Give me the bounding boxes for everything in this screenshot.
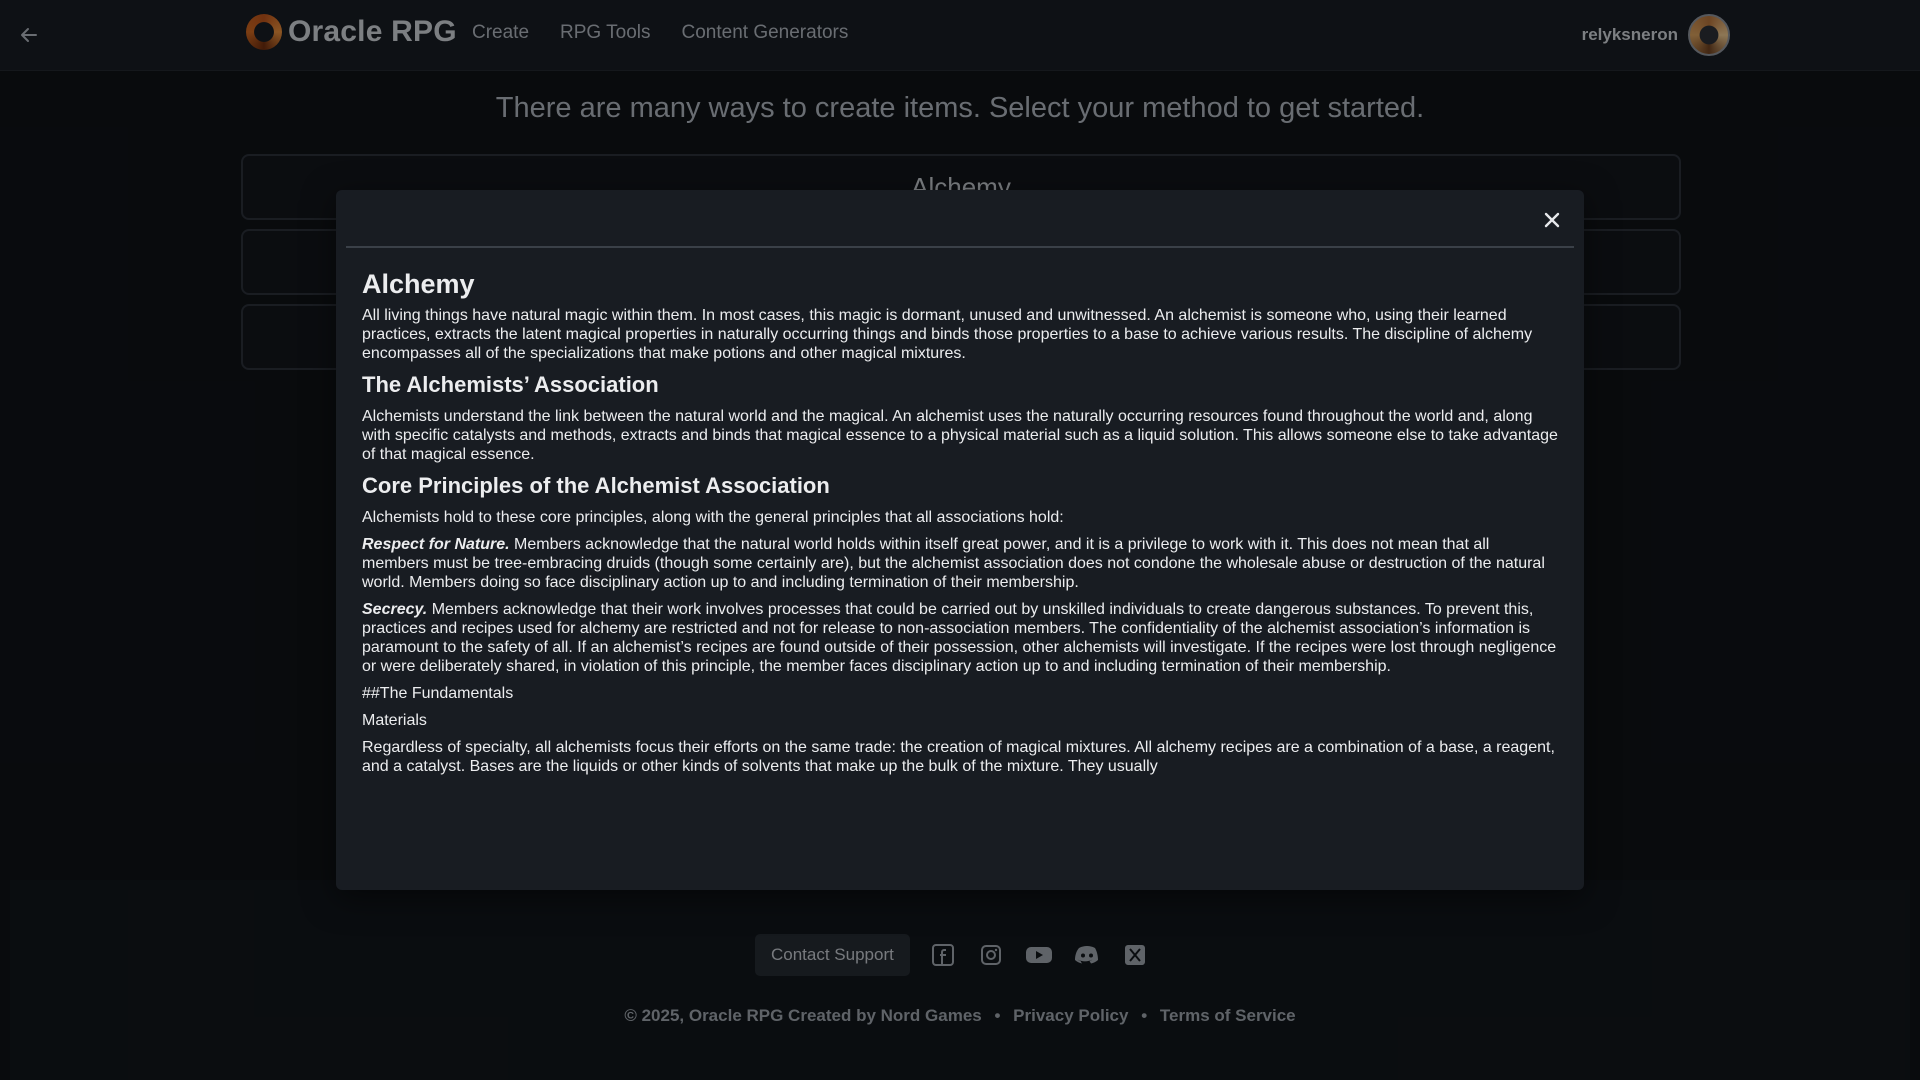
fundamentals-line: ##The Fundamentals: [362, 685, 514, 702]
secrecy-paragraph: Secrecy. Members acknowledge that their …: [362, 600, 1558, 676]
secrecy-text: Members acknowledge that their work invo…: [362, 601, 1557, 675]
modal-title: Alchemy: [362, 269, 475, 299]
association-paragraph: Alchemists understand the link between t…: [362, 408, 1558, 463]
respect-paragraph: Respect for Nature. Members acknowledge …: [362, 535, 1558, 592]
modal-divider: [346, 246, 1574, 248]
modal-body: Alchemy All living things have natural m…: [362, 268, 1558, 870]
association-heading: The Alchemists’ Association: [362, 372, 659, 397]
respect-label: Respect for Nature.: [362, 536, 510, 553]
respect-text: Members acknowledge that the natural wor…: [362, 536, 1545, 591]
principles-intro: Alchemists hold to these core principles…: [362, 509, 1064, 526]
close-button[interactable]: [1538, 206, 1566, 234]
principles-heading: Core Principles of the Alchemist Associa…: [362, 473, 830, 498]
alchemy-modal: Alchemy All living things have natural m…: [336, 190, 1584, 890]
intro-paragraph: All living things have natural magic wit…: [362, 307, 1533, 362]
materials-line: Materials: [362, 712, 427, 729]
materials-paragraph: Regardless of specialty, all alchemists …: [362, 739, 1555, 775]
close-icon: [1544, 212, 1560, 228]
secrecy-label: Secrecy.: [362, 601, 428, 618]
